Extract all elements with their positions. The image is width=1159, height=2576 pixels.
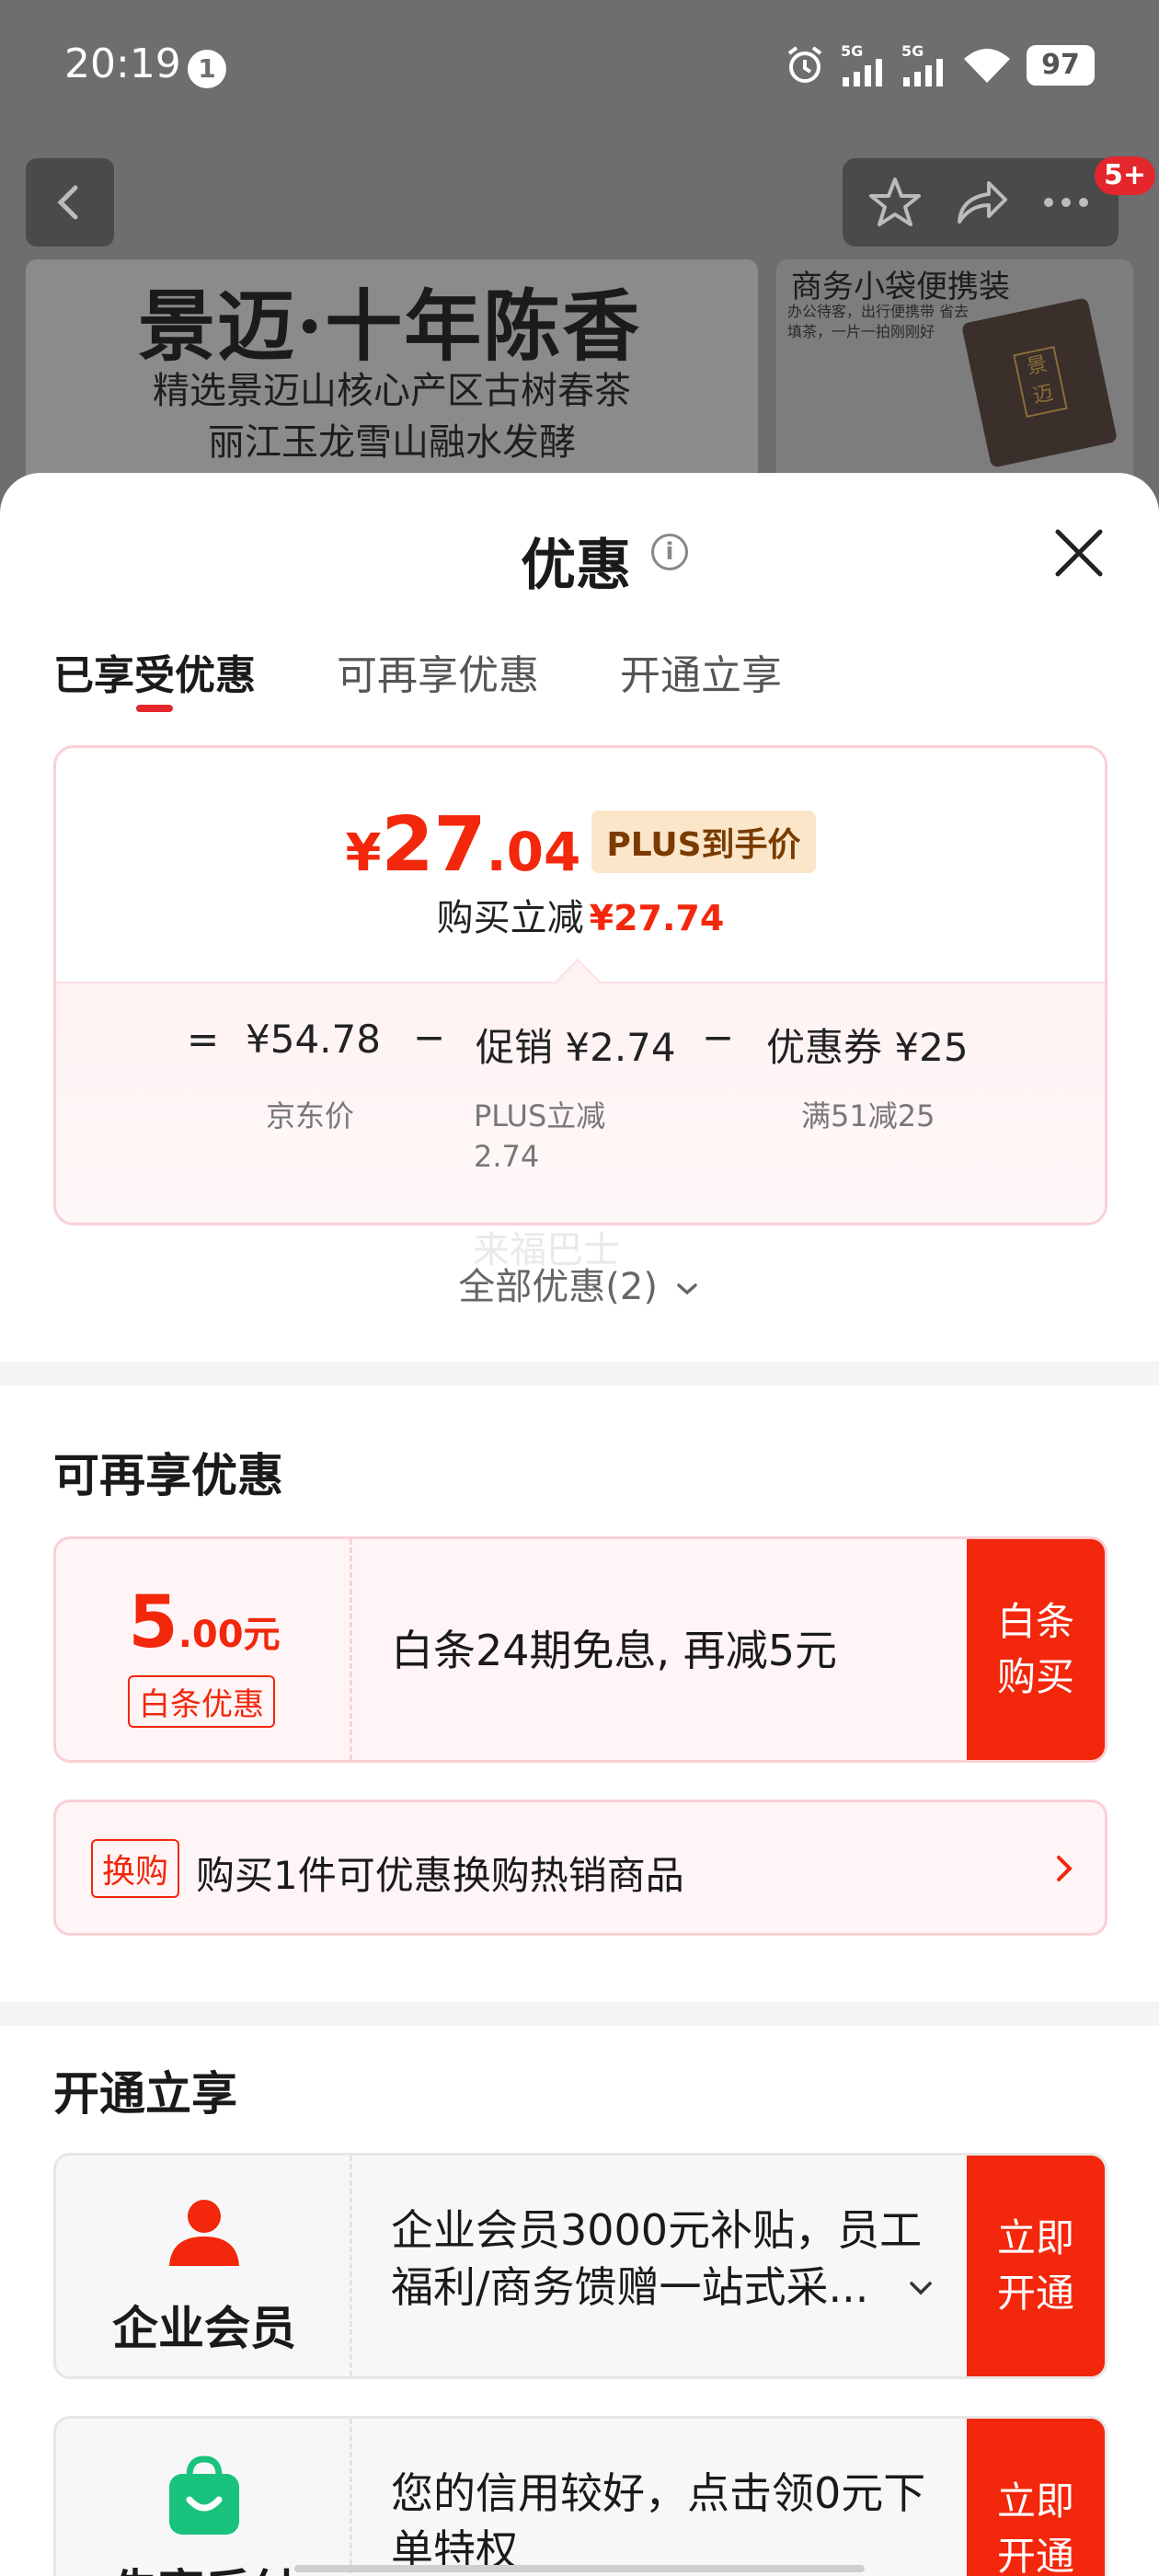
minus-sign-1: − — [413, 1015, 446, 1060]
promo-note: PLUS立减 2.74 — [474, 1098, 606, 1174]
enterprise-member-name: 企业会员 — [112, 2302, 296, 2355]
enterprise-open-button[interactable]: 立即开通 — [967, 2156, 1105, 2376]
coupon-amount-block: 5.00元 白条优惠 — [56, 1539, 352, 1760]
section-divider — [0, 2002, 1159, 2026]
share-icon[interactable] — [948, 170, 1013, 235]
coupon-value-small: .00元 — [178, 1614, 281, 1656]
status-bar: 20:19 1 5G 5G 97 — [0, 0, 1159, 138]
currency-symbol: ¥ — [345, 823, 382, 883]
back-button[interactable] — [26, 158, 114, 247]
pay-later-block: 先享后付 — [56, 2419, 352, 2576]
coupon-description: 白条24期免息, 再减5元 — [391, 1626, 838, 1675]
notification-count-icon: 1 — [188, 50, 226, 88]
banner-line-2: 丽江玉龙雪山融水发酵 — [208, 421, 576, 464]
section-title-more: 可再享优惠 — [53, 1449, 283, 1502]
enterprise-open-label: 立即开通 — [996, 2215, 1074, 2316]
price-decimal: .04 — [486, 821, 581, 883]
enterprise-member-description: 企业会员3000元补贴，员工福利/商务馈赠一站式采... — [391, 2205, 923, 2312]
battery-icon: 97 — [1027, 45, 1095, 86]
message-badge: 5+ — [1095, 156, 1156, 195]
coupon-label: 优惠券 — [766, 1025, 883, 1070]
final-price: ¥27.04 PLUS到手价 — [56, 801, 1105, 889]
pay-later-description: 您的信用较好，点击领0元下单特权 — [391, 2468, 926, 2575]
discount-summary: 购买立减 ¥27.74 — [56, 888, 1105, 941]
status-icons: 5G 5G 97 — [784, 44, 1095, 86]
section-divider — [0, 1362, 1159, 1386]
baitiao-buy-label: 白条购买 — [996, 1599, 1074, 1699]
price-integer: 27 — [381, 801, 487, 889]
chevron-right-icon — [1057, 1856, 1073, 1881]
base-price-note: 京东价 — [266, 1098, 355, 1133]
minus-sign-2: − — [702, 1015, 735, 1060]
background-product-page: 20:19 1 5G 5G 97 5+ 景迈·十年陈香 精选景迈山核心产区古树春… — [0, 0, 1159, 515]
alarm-icon — [787, 46, 822, 83]
price-summary-card: ¥27.04 PLUS到手价 购买立减 ¥27.74 = ¥54.78 − 促销 ¥… — [53, 745, 1107, 1225]
coupon-value-big: 5 — [128, 1581, 178, 1664]
banner-line-1: 精选景迈山核心产区古树春茶 — [153, 370, 631, 412]
signal-1-icon: 5G — [841, 44, 887, 86]
more-icon[interactable] — [1034, 170, 1098, 235]
all-promotions-toggle[interactable]: 全部优惠(2) — [0, 1257, 1159, 1310]
home-indicator[interactable] — [294, 2565, 865, 2572]
star-icon[interactable] — [863, 170, 927, 235]
price-breakdown: = ¥54.78 − 促销 ¥2.74 − 优惠券 ¥25 京东价 PLUS立减… — [56, 982, 1105, 1223]
pay-later-card: 先享后付 您的信用较好，点击领0元下单特权 立即开通 — [53, 2416, 1107, 2576]
base-price: ¥54.78 — [246, 1017, 381, 1062]
tab-open-to-enjoy[interactable]: 开通立享 — [620, 642, 782, 701]
swap-tag: 换购 — [91, 1839, 180, 1898]
coupon-type-tag: 白条优惠 — [128, 1675, 275, 1728]
promotions-sheet: 优惠 i 已享受优惠 可再享优惠 开通立享 ¥27.04 PLUS到手价 购买立减… — [0, 473, 1159, 2576]
person-icon — [169, 2200, 239, 2266]
banner-side-subtitle: 办公待客，出行便携带 省去填茶，一片一拍刚刚好 — [787, 303, 970, 340]
discount-label: 购买立减 — [436, 897, 584, 939]
equals-sign: = — [187, 1017, 220, 1062]
swap-text: 购买1件可优惠换购热销商品 — [196, 1853, 684, 1898]
promo-label: 促销 — [476, 1025, 554, 1070]
signal-2-label: 5G — [901, 42, 924, 60]
promo-tabs: 已享受优惠 可再享优惠 开通立享 — [53, 642, 782, 701]
coupon-note: 满51减25 — [801, 1098, 935, 1133]
discount-value: ¥27.74 — [589, 898, 725, 938]
pay-later-open-label: 立即开通 — [996, 2478, 1074, 2576]
coupon-value: ¥25 — [894, 1025, 969, 1070]
close-icon[interactable] — [1049, 523, 1109, 583]
chevron-down-icon[interactable] — [906, 2277, 935, 2299]
all-promotions-label: 全部优惠(2) — [458, 1266, 658, 1308]
status-time: 20:19 — [64, 40, 181, 87]
banner-title: 景迈·十年陈香 — [138, 281, 642, 372]
enterprise-member-block: 企业会员 — [56, 2156, 352, 2376]
coupon-amount: 优惠券 ¥25 — [766, 1017, 969, 1073]
promo-value: ¥2.74 — [565, 1025, 676, 1070]
signal-1-label: 5G — [841, 42, 864, 60]
swap-offer-row[interactable]: 换购 购买1件可优惠换购热销商品 — [53, 1800, 1107, 1936]
enterprise-member-card: 企业会员 企业会员3000元补贴，员工福利/商务馈赠一站式采... 立即开通 — [53, 2153, 1107, 2379]
nav-action-group — [843, 158, 1119, 247]
tab-more-available[interactable]: 可再享优惠 — [337, 642, 539, 701]
promo-amount: 促销 ¥2.74 — [476, 1017, 676, 1073]
signal-2-icon: 5G — [901, 44, 947, 86]
wifi-icon — [964, 49, 1010, 83]
info-icon[interactable]: i — [651, 534, 688, 570]
baitiao-buy-button[interactable]: 白条购买 — [967, 1539, 1105, 1760]
back-icon — [57, 185, 78, 220]
tab-enjoyed[interactable]: 已享受优惠 — [53, 642, 256, 701]
shopping-bag-icon — [169, 2455, 239, 2535]
chevron-down-icon — [676, 1283, 697, 1295]
banner-side-title: 商务小袋便携装 — [791, 269, 1010, 305]
sheet-title: 优惠 — [521, 534, 631, 598]
section-title-open: 开通立享 — [53, 2067, 237, 2121]
tab-indicator — [136, 705, 173, 712]
plus-price-tag: PLUS到手价 — [591, 811, 816, 873]
coupon-value: 5.00元 — [56, 1581, 352, 1664]
pay-later-open-button[interactable]: 立即开通 — [967, 2419, 1105, 2576]
baitiao-coupon-card: 5.00元 白条优惠 白条24期免息, 再减5元 白条购买 — [53, 1536, 1107, 1763]
